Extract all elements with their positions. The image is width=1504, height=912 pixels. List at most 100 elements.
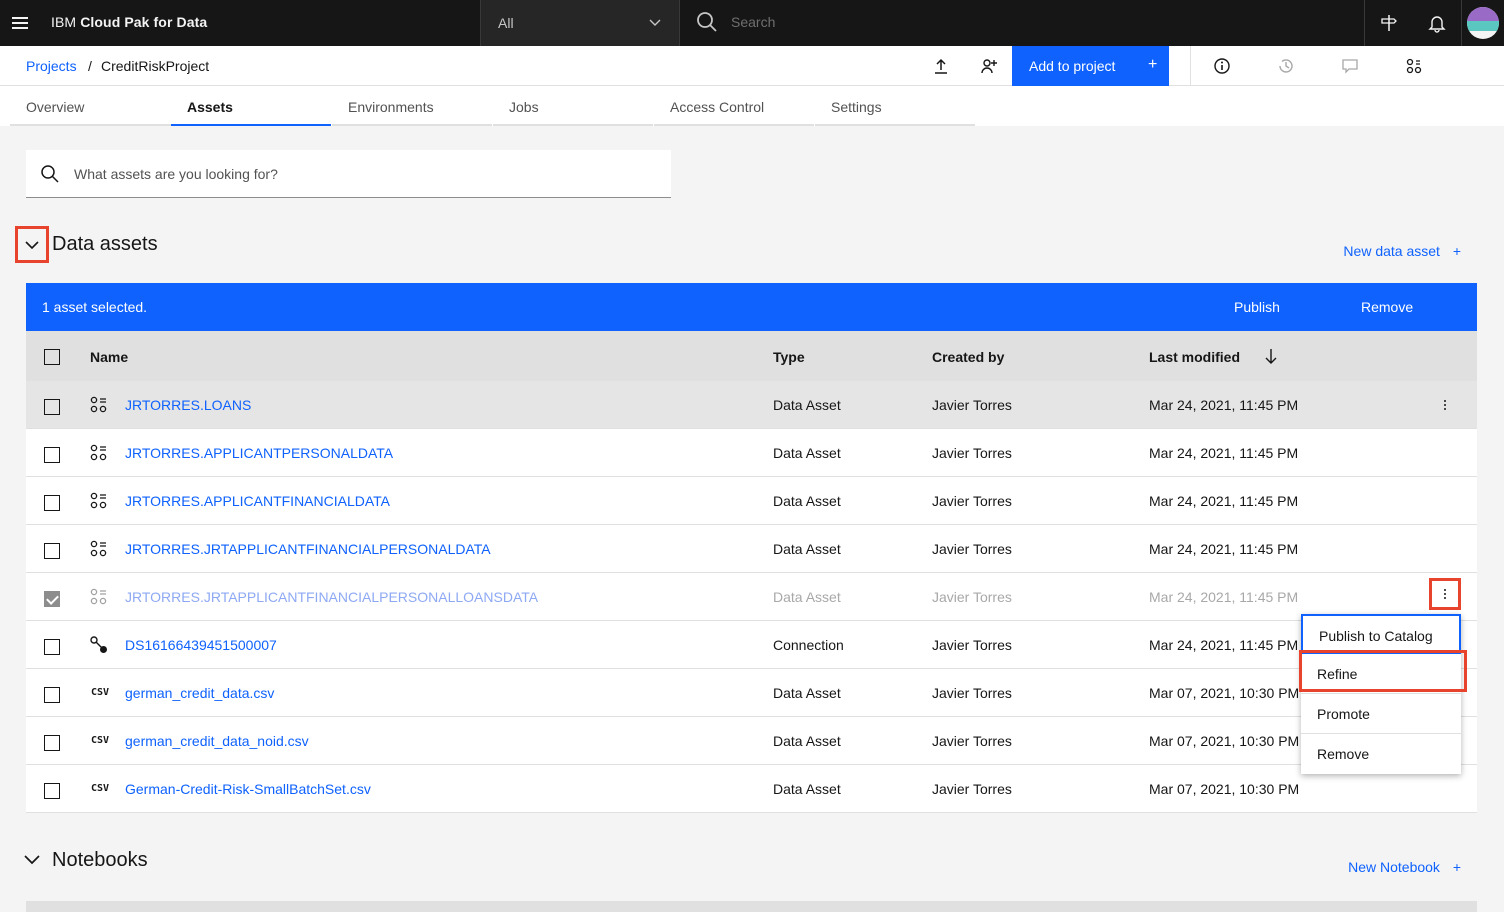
scope-dropdown[interactable]: All	[480, 0, 680, 46]
search-icon[interactable]	[696, 11, 718, 33]
row-checkbox[interactable]	[44, 783, 60, 799]
info-icon[interactable]	[1198, 46, 1246, 86]
select-all-checkbox[interactable]	[44, 349, 60, 365]
breadcrumb-projects-link[interactable]: Projects	[26, 58, 77, 74]
row-checkbox[interactable]	[44, 639, 60, 655]
asset-created-by: Javier Torres	[932, 637, 1012, 653]
tab-assets[interactable]: Assets	[171, 86, 331, 126]
overflow-menu-icon[interactable]	[1435, 393, 1455, 417]
column-header-type[interactable]: Type	[773, 349, 805, 365]
asset-last-modified: Mar 24, 2021, 11:45 PM	[1149, 493, 1299, 509]
batch-publish-button[interactable]: Publish	[1234, 299, 1280, 315]
breadcrumb-separator: /	[88, 58, 92, 74]
asset-created-by: Javier Torres	[932, 445, 1012, 461]
notification-bell-icon[interactable]	[1413, 0, 1461, 46]
user-avatar[interactable]	[1462, 0, 1504, 46]
row-checkbox[interactable]	[44, 447, 60, 463]
tab-label: Environments	[348, 99, 434, 115]
row-checkbox[interactable]	[44, 399, 60, 415]
tab-label: Access Control	[670, 99, 765, 115]
asset-last-modified: Mar 24, 2021, 11:45 PM	[1149, 445, 1299, 461]
notebooks-table-header	[26, 901, 1477, 912]
comments-icon[interactable]	[1326, 46, 1374, 86]
table-row[interactable]: JRTORRES.LOANS Data Asset Javier Torres Mar…	[26, 381, 1477, 429]
tab-settings[interactable]: Settings	[815, 86, 975, 126]
add-collaborator-icon[interactable]	[965, 46, 1013, 86]
menu-item-publish-to-catalog[interactable]: Publish to Catalog	[1301, 614, 1461, 654]
asset-name-link[interactable]: JRTORRES.LOANS	[125, 397, 251, 413]
asset-created-by: Javier Torres	[932, 733, 1012, 749]
selection-count: 1 asset selected.	[42, 299, 148, 315]
asset-type: Data Asset	[773, 589, 841, 605]
menu-item-refine[interactable]: Refine	[1301, 654, 1461, 694]
table-row[interactable]: CSV german_credit_data_noid.csv Data Asset…	[26, 717, 1477, 765]
csv-icon: CSV	[91, 783, 110, 794]
table-row[interactable]: CSV German-Credit-Risk-SmallBatchSet.csv D…	[26, 765, 1477, 813]
row-checkbox[interactable]	[44, 687, 60, 703]
asset-name-link[interactable]: JRTORRES.APPLICANTFINANCIALDATA	[125, 493, 390, 509]
add-to-project-button[interactable]: Add to project +	[1012, 46, 1169, 86]
row-overflow-menu: Publish to Catalog Refine Promote Remove	[1301, 614, 1461, 774]
switcher-icon[interactable]	[1365, 0, 1413, 46]
tab-overview[interactable]: Overview	[10, 86, 171, 126]
tab-access-control[interactable]: Access Control	[654, 86, 814, 126]
new-data-asset-link[interactable]: New data asset +	[1343, 243, 1461, 259]
plus-icon: +	[1452, 243, 1461, 259]
apps-icon[interactable]	[1390, 46, 1438, 86]
new-notebook-link[interactable]: New Notebook +	[1348, 859, 1461, 875]
upload-icon[interactable]	[917, 46, 965, 86]
asset-name-link[interactable]: JRTORRES.JRTAPPLICANTFINANCIALPERSONALDA…	[125, 541, 491, 557]
tab-environments[interactable]: Environments	[332, 86, 492, 126]
column-header-name[interactable]: Name	[90, 349, 128, 365]
table-row[interactable]: JRTORRES.JRTAPPLICANTFINANCIALPERSONALLO…	[26, 573, 1477, 621]
table-row[interactable]: DS16166439451500007 Connection Javier Torr…	[26, 621, 1477, 669]
global-search-input[interactable]: Search	[731, 14, 775, 30]
column-header-created-by[interactable]: Created by	[932, 349, 1004, 365]
table-row[interactable]: CSV german_credit_data.csv Data Asset Javie…	[26, 669, 1477, 717]
collapse-data-assets-button[interactable]	[15, 226, 49, 263]
asset-last-modified: Mar 07, 2021, 10:30 PM	[1149, 733, 1300, 749]
data-asset-icon	[90, 396, 108, 414]
asset-type: Data Asset	[773, 541, 841, 557]
row-checkbox[interactable]	[44, 543, 60, 559]
row-checkbox[interactable]	[44, 495, 60, 511]
data-asset-icon	[90, 492, 108, 510]
asset-created-by: Javier Torres	[932, 493, 1012, 509]
table-row[interactable]: JRTORRES.JRTAPPLICANTFINANCIALPERSONALDA…	[26, 525, 1477, 573]
tab-label: Settings	[831, 99, 882, 115]
collapse-notebooks-chevron-down-icon[interactable]	[22, 850, 42, 870]
asset-last-modified: Mar 24, 2021, 11:45 PM	[1149, 637, 1299, 653]
add-to-project-label: Add to project	[1029, 58, 1116, 74]
batch-remove-button[interactable]: Remove	[1361, 299, 1413, 315]
asset-created-by: Javier Torres	[932, 589, 1012, 605]
hamburger-menu-icon[interactable]	[8, 11, 32, 35]
asset-last-modified: Mar 07, 2021, 10:30 PM	[1149, 685, 1300, 701]
column-header-last-modified[interactable]: Last modified	[1149, 349, 1240, 365]
tab-jobs[interactable]: Jobs	[493, 86, 653, 126]
table-row[interactable]: JRTORRES.APPLICANTFINANCIALDATA Data Asse…	[26, 477, 1477, 525]
product-name[interactable]: IBM Cloud Pak for Data	[51, 14, 207, 30]
data-asset-icon	[90, 540, 108, 558]
divider	[1190, 46, 1191, 86]
asset-name-link[interactable]: JRTORRES.JRTAPPLICANTFINANCIALPERSONALLO…	[125, 589, 538, 605]
asset-name-link[interactable]: DS16166439451500007	[125, 637, 277, 653]
menu-item-remove[interactable]: Remove	[1301, 734, 1461, 774]
table-row[interactable]: JRTORRES.APPLICANTPERSONALDATA Data Asset…	[26, 429, 1477, 477]
asset-name-link[interactable]: german_credit_data_noid.csv	[125, 733, 309, 749]
asset-name-link[interactable]: JRTORRES.APPLICANTPERSONALDATA	[125, 445, 393, 461]
data-asset-icon	[90, 588, 108, 606]
asset-search-input[interactable]: What assets are you looking for?	[26, 150, 671, 198]
row-checkbox[interactable]	[44, 735, 60, 751]
asset-type: Connection	[773, 637, 844, 653]
menu-item-promote[interactable]: Promote	[1301, 694, 1461, 734]
csv-icon: CSV	[91, 687, 110, 698]
project-tabs: Overview Assets Environments Jobs Access…	[0, 86, 1504, 126]
asset-name-link[interactable]: German-Credit-Risk-SmallBatchSet.csv	[125, 781, 371, 797]
history-icon[interactable]	[1262, 46, 1310, 86]
search-icon	[41, 165, 59, 183]
sort-arrow-down-icon[interactable]	[1264, 348, 1278, 364]
row-checkbox[interactable]	[44, 591, 60, 607]
overflow-menu-icon[interactable]	[1429, 578, 1461, 610]
asset-name-link[interactable]: german_credit_data.csv	[125, 685, 274, 701]
table-header: Name Type Created by Last modified	[26, 331, 1477, 381]
